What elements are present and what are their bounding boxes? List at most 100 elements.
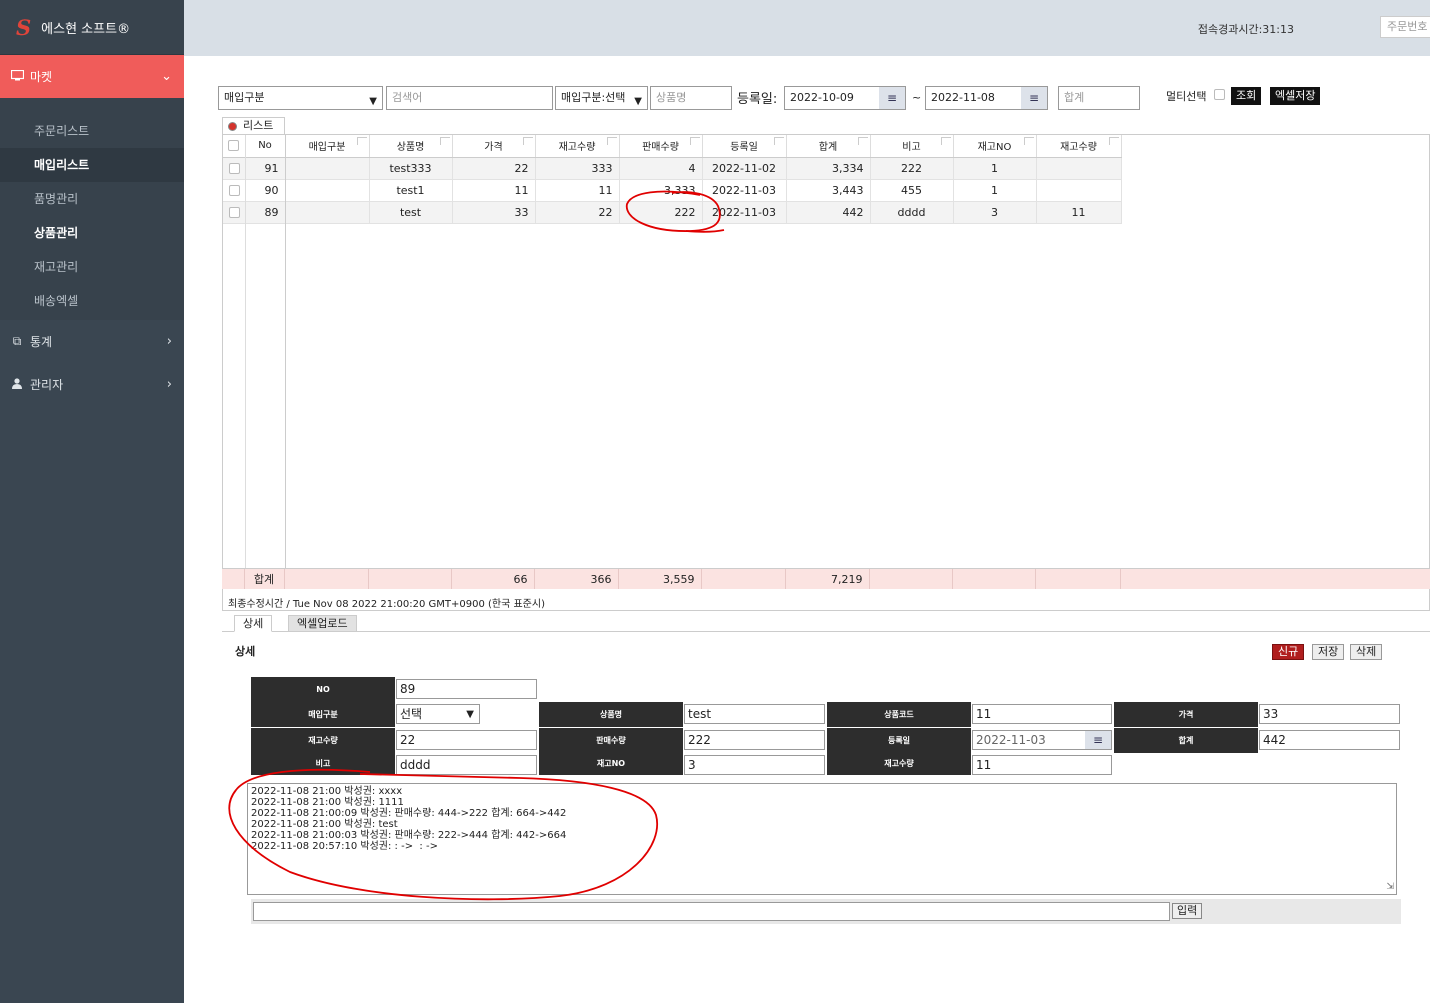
date-from-input[interactable]: 2022-10-09 ≡ <box>784 86 906 110</box>
sidebar-item-stock[interactable]: 재고관리 <box>0 250 184 284</box>
row-checkbox[interactable] <box>229 185 240 196</box>
cell-no[interactable]: 89 <box>245 201 286 224</box>
cell-stock-no[interactable]: 1 <box>953 157 1037 180</box>
cell-note[interactable]: 455 <box>870 179 954 202</box>
cell-stock-qty[interactable]: 22 <box>535 201 620 224</box>
new-button[interactable]: 신규 <box>1272 644 1305 660</box>
cell-stock-no[interactable]: 3 <box>953 201 1037 224</box>
delete-button[interactable]: 삭제 <box>1350 644 1383 660</box>
table-row[interactable]: 90 test1 11 11 3,333 2022-11-03 3,443 45… <box>223 179 1122 202</box>
stock-qty-field[interactable]: 22 <box>396 730 537 750</box>
product-field[interactable]: test <box>684 704 825 724</box>
row-checkbox-cell[interactable] <box>223 179 246 202</box>
purchase-type-field[interactable]: 선택 ▼ <box>396 704 480 724</box>
cell-sales-qty[interactable]: 4 <box>619 157 703 180</box>
multi-select-checkbox[interactable] <box>1214 89 1225 100</box>
cell-stock-qty[interactable]: 333 <box>535 157 620 180</box>
col-sales-qty[interactable]: 판매수량 <box>619 135 703 158</box>
tab-list[interactable]: 리스트 <box>222 117 285 134</box>
change-log-textarea[interactable]: 2022-11-08 21:00 박성권: xxxx 2022-11-08 21… <box>247 783 1397 895</box>
cell-reg-date[interactable]: 2022-11-02 <box>702 157 787 180</box>
col-purchase-type[interactable]: 매입구분 <box>285 135 370 158</box>
reg-date-field[interactable]: 2022-11-03 ≡ <box>972 730 1112 750</box>
cell-product[interactable]: test <box>369 201 453 224</box>
cell-stock-qty[interactable]: 11 <box>535 179 620 202</box>
excel-save-button[interactable]: 엑셀저장 <box>1270 87 1321 105</box>
resize-handle-icon[interactable]: ⇲ <box>1386 882 1394 893</box>
note-field[interactable]: dddd <box>396 755 537 775</box>
col-product[interactable]: 상품명 <box>369 135 453 158</box>
sidebar-item-item-name[interactable]: 품명관리 <box>0 182 184 216</box>
cell-stock-qty2[interactable] <box>1036 157 1122 180</box>
sales-qty-field[interactable]: 222 <box>684 730 825 750</box>
cell-stock-no[interactable]: 1 <box>953 179 1037 202</box>
sidebar-item-order-list[interactable]: 주문리스트 <box>0 114 184 148</box>
table-row[interactable]: 91 test333 22 333 4 2022-11-02 3,334 222… <box>223 157 1122 180</box>
cell-total[interactable]: 3,334 <box>786 157 871 180</box>
calendar-list-icon[interactable]: ≡ <box>1021 87 1047 109</box>
cell-price[interactable]: 33 <box>452 201 536 224</box>
sidebar-item-shipping-excel[interactable]: 배송엑셀 <box>0 284 184 318</box>
stock-no-field[interactable]: 3 <box>684 755 825 775</box>
search-input[interactable]: 검색어 <box>386 86 553 110</box>
col-stock-qty[interactable]: 재고수량 <box>535 135 620 158</box>
select-all-checkbox[interactable] <box>228 140 240 151</box>
purchase-filter-select[interactable]: 매입구분:선택 ▼ <box>555 86 648 110</box>
cell-purchase-type[interactable] <box>285 201 370 224</box>
date-to-input[interactable]: 2022-11-08 ≡ <box>925 86 1048 110</box>
menu-market[interactable]: 마켓 ⌄ <box>0 55 184 98</box>
col-price[interactable]: 가격 <box>452 135 536 158</box>
cell-sales-qty[interactable]: 222 <box>619 201 703 224</box>
cell-reg-date[interactable]: 2022-11-03 <box>702 179 787 202</box>
product-code-field[interactable]: 11 <box>972 704 1112 724</box>
table-row[interactable]: 89 test 33 22 222 2022-11-03 442 dddd 3 … <box>223 201 1122 224</box>
col-stock-qty2[interactable]: 재고수량 <box>1036 135 1122 158</box>
cell-purchase-type[interactable] <box>285 157 370 180</box>
submit-comment-button[interactable]: 입력 <box>1172 903 1203 919</box>
product-name-input[interactable]: 상품명 <box>650 86 732 110</box>
stock-qty2-field[interactable]: 11 <box>972 755 1112 775</box>
cell-reg-date[interactable]: 2022-11-03 <box>702 201 787 224</box>
cell-price[interactable]: 22 <box>452 157 536 180</box>
save-button[interactable]: 저장 <box>1312 644 1345 660</box>
cell-stock-qty2[interactable]: 11 <box>1036 201 1122 224</box>
menu-admin[interactable]: 관리자 › <box>0 363 184 406</box>
sidebar-item-purchase-list[interactable]: 매입리스트 <box>0 148 184 182</box>
sum-input[interactable]: 합계 <box>1058 86 1140 110</box>
cell-total[interactable]: 3,443 <box>786 179 871 202</box>
total-field[interactable]: 442 <box>1259 730 1400 750</box>
cell-purchase-type[interactable] <box>285 179 370 202</box>
tab-detail[interactable]: 상세 <box>234 615 273 632</box>
row-checkbox[interactable] <box>229 207 240 218</box>
cell-price[interactable]: 11 <box>452 179 536 202</box>
comment-input[interactable] <box>253 902 1170 921</box>
row-checkbox[interactable] <box>229 163 240 174</box>
tab-excel-upload[interactable]: 엑셀업로드 <box>288 615 357 632</box>
search-button[interactable]: 조회 <box>1231 87 1262 105</box>
cell-sales-qty[interactable]: 3,333 <box>619 179 703 202</box>
cell-stock-qty2[interactable] <box>1036 179 1122 202</box>
col-note[interactable]: 비고 <box>870 135 954 158</box>
col-total[interactable]: 합계 <box>786 135 871 158</box>
price-field[interactable]: 33 <box>1259 704 1400 724</box>
order-number-input[interactable]: 주문번호 <box>1380 16 1430 38</box>
calendar-list-icon[interactable]: ≡ <box>879 87 905 109</box>
menu-stats[interactable]: ⧉ 통계 › <box>0 320 184 363</box>
cell-note[interactable]: 222 <box>870 157 954 180</box>
cell-product[interactable]: test333 <box>369 157 453 180</box>
calendar-list-icon[interactable]: ≡ <box>1085 731 1111 749</box>
row-checkbox-cell[interactable] <box>223 157 246 180</box>
col-reg-date[interactable]: 등록일 <box>702 135 787 158</box>
cell-product[interactable]: test1 <box>369 179 453 202</box>
cell-no[interactable]: 91 <box>245 157 286 180</box>
app-logo[interactable]: S 에스현 소프트® <box>0 0 184 55</box>
sidebar-item-product[interactable]: 상품관리 <box>0 216 184 250</box>
purchase-type-select[interactable]: 매입구분 ▼ <box>218 86 383 110</box>
no-field[interactable]: 89 <box>396 679 537 699</box>
row-checkbox-cell[interactable] <box>223 201 246 224</box>
cell-no[interactable]: 90 <box>245 179 286 202</box>
select-all-cell[interactable] <box>223 135 246 158</box>
cell-note[interactable]: dddd <box>870 201 954 224</box>
cell-total[interactable]: 442 <box>786 201 871 224</box>
col-stock-no[interactable]: 재고NO <box>953 135 1037 158</box>
